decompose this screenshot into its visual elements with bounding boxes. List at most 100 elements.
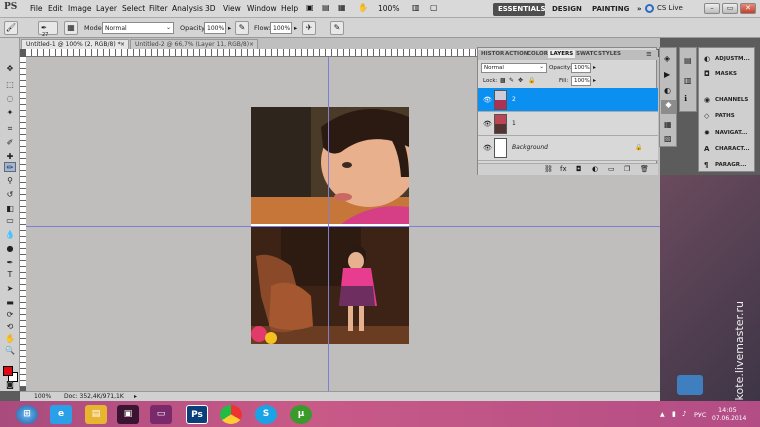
layers-panel-icon[interactable]: ◆ (661, 100, 676, 114)
menu-file[interactable]: File (30, 4, 43, 13)
guide-horizontal[interactable] (26, 226, 660, 227)
tab-layers[interactable]: LAYERS (548, 50, 576, 58)
brush-panel-icon[interactable]: ▦ (64, 21, 78, 35)
eyedropper-tool-icon[interactable]: ✐ (4, 138, 16, 148)
close-icon[interactable]: × (249, 41, 254, 48)
eye-icon[interactable]: 👁 (483, 144, 492, 152)
layer-style-icon[interactable]: fx (560, 165, 567, 173)
panel-adjustments[interactable]: ◐ ADJUSTM... (701, 53, 754, 66)
tab-actions[interactable]: ACTION (505, 51, 528, 57)
cslive-label[interactable]: CS Live (657, 4, 683, 12)
opacity-field[interactable]: 100% (204, 22, 226, 34)
ie-icon[interactable]: e (50, 405, 72, 424)
zoom-level[interactable]: 100% (378, 4, 399, 13)
quick-mask-icon[interactable]: ◙ (4, 380, 16, 390)
photoshop-taskbar-icon[interactable]: Ps (186, 405, 208, 424)
add-mask-icon[interactable]: ◘ (576, 165, 582, 173)
pen-pressure-size-icon[interactable]: ✎ (330, 21, 344, 35)
eye-icon[interactable]: 👁 (483, 120, 492, 128)
brush-tool-icon-selected[interactable]: ✏ (4, 162, 16, 172)
healing-brush-tool-icon[interactable]: ✚ (4, 152, 16, 162)
menu-filter[interactable]: Filter (149, 4, 168, 13)
fill-arrow-icon[interactable]: ▸ (593, 77, 596, 84)
actions-panel-icon[interactable]: ▶ (664, 70, 670, 79)
eye-icon[interactable]: 👁 (483, 96, 492, 104)
lock-transparent-icon[interactable]: ▩ (500, 77, 506, 84)
pen-tool-icon[interactable]: ✒ (4, 258, 16, 268)
utorrent-icon[interactable]: µ (290, 405, 312, 424)
workspace-painting[interactable]: PAINTING (587, 3, 631, 16)
minibridge-icon[interactable]: ▤ (322, 3, 330, 12)
dodge-tool-icon[interactable]: ● (4, 244, 16, 254)
tab-color[interactable]: COLOR (527, 51, 548, 57)
chrome-icon[interactable] (220, 405, 242, 424)
panel-channels[interactable]: ◉ CHANNELS (701, 94, 754, 107)
workspace-design[interactable]: DESIGN (547, 3, 585, 16)
lock-all-icon[interactable]: 🔒 (528, 77, 535, 84)
tray-network-icon[interactable]: ▮ (672, 410, 676, 418)
tab-styles[interactable]: STYLES (598, 51, 621, 57)
color-panel-icon[interactable]: ◐ (664, 86, 671, 95)
layer-opacity-field[interactable]: 100% (571, 63, 591, 73)
3d-orbit-tool-icon[interactable]: ⟲ (4, 322, 16, 332)
panel-paragraph[interactable]: ¶ PARAGR... (701, 159, 754, 172)
opacity-arrow-icon[interactable]: ▸ (593, 64, 596, 71)
blend-mode-select[interactable]: Normal ⌄ (481, 63, 547, 73)
skype-icon[interactable]: S (255, 405, 277, 424)
pen-pressure-opacity-icon[interactable]: ✎ (235, 21, 249, 35)
history-panel-icon[interactable]: ◈ (664, 54, 670, 63)
status-menu-arrow-icon[interactable]: ▸ (134, 393, 137, 400)
swatches-panel-icon[interactable]: ▦ (664, 120, 672, 129)
screen-mode-icon[interactable]: ▢ (430, 3, 438, 12)
workspace-essentials[interactable]: ESSENTIALS (493, 3, 546, 16)
guide-vertical[interactable] (328, 57, 329, 391)
menu-view[interactable]: View (223, 4, 241, 13)
screen-app-icon[interactable]: ▭ (150, 405, 172, 424)
hand-tool-icon[interactable]: ✋ (4, 334, 16, 344)
maximize-button[interactable]: ▭ (722, 3, 738, 14)
crop-tool-icon[interactable]: ⌗ (4, 124, 16, 134)
panel-navigator[interactable]: ✹ NAVIGAT... (701, 127, 754, 140)
workspace-more[interactable]: » (632, 3, 642, 16)
menu-window[interactable]: Window (247, 4, 277, 13)
flow-arrow-icon[interactable]: ▸ (294, 24, 297, 32)
tray-language[interactable]: РУС (694, 411, 706, 419)
lock-position-icon[interactable]: ✥ (518, 77, 523, 84)
new-group-icon[interactable]: ▭ (608, 165, 615, 173)
brush-preset-picker[interactable]: ✒ 27 (38, 21, 58, 38)
styles-panel-icon[interactable]: ▧ (664, 134, 672, 143)
gradient-tool-icon[interactable]: ▭ (4, 216, 16, 226)
trash-icon[interactable]: 🗑 (640, 165, 649, 173)
opacity-arrow-icon[interactable]: ▸ (228, 24, 231, 32)
hand-icon[interactable]: ✋ (358, 3, 368, 12)
tab-history[interactable]: HISTOR (481, 51, 504, 57)
minimize-button[interactable]: – (704, 3, 720, 14)
clone-stamp-tool-icon[interactable]: ⚲ (4, 176, 16, 186)
close-icon[interactable]: × (120, 41, 125, 48)
new-layer-icon[interactable]: ❐ (624, 165, 630, 173)
menu-select[interactable]: Select (122, 4, 145, 13)
menu-analysis[interactable]: Analysis (172, 4, 203, 13)
guides-icon[interactable]: ▦ (338, 3, 346, 12)
media-app-icon[interactable]: ▣ (117, 405, 139, 424)
panel-paths[interactable]: ◇ PATHS (701, 110, 754, 123)
tab-untitled-2[interactable]: Untitled-2 @ 66,7% (Layer 11, RGB/8) * × (130, 39, 258, 55)
tray-arrow-icon[interactable]: ▲ (660, 411, 665, 418)
brush-panel-icon[interactable]: ▤ (684, 56, 692, 65)
quick-select-tool-icon[interactable]: ✦ (4, 108, 16, 118)
tray-volume-icon[interactable]: ♪ (682, 410, 686, 418)
tab-swatches[interactable]: SWATC (576, 51, 597, 57)
zoom-tool-icon[interactable]: 🔍 (4, 346, 16, 356)
tray-time[interactable]: 14:05 (718, 406, 737, 414)
panel-masks[interactable]: ◘ MASKS (701, 68, 754, 81)
cslive-icon[interactable] (645, 4, 654, 13)
brush-tool-icon[interactable]: 🖌 (4, 21, 18, 35)
tray-date[interactable]: 07.06.2014 (712, 415, 746, 422)
ruler-horizontal[interactable] (26, 49, 478, 57)
menu-help[interactable]: Help (281, 4, 298, 13)
explorer-icon[interactable]: ▤ (85, 405, 107, 424)
link-layers-icon[interactable]: ⛓ (544, 165, 553, 173)
move-tool-icon[interactable]: ✥ (4, 64, 16, 74)
3d-rotate-tool-icon[interactable]: ⟳ (4, 310, 16, 320)
close-button[interactable]: ✕ (740, 3, 756, 14)
